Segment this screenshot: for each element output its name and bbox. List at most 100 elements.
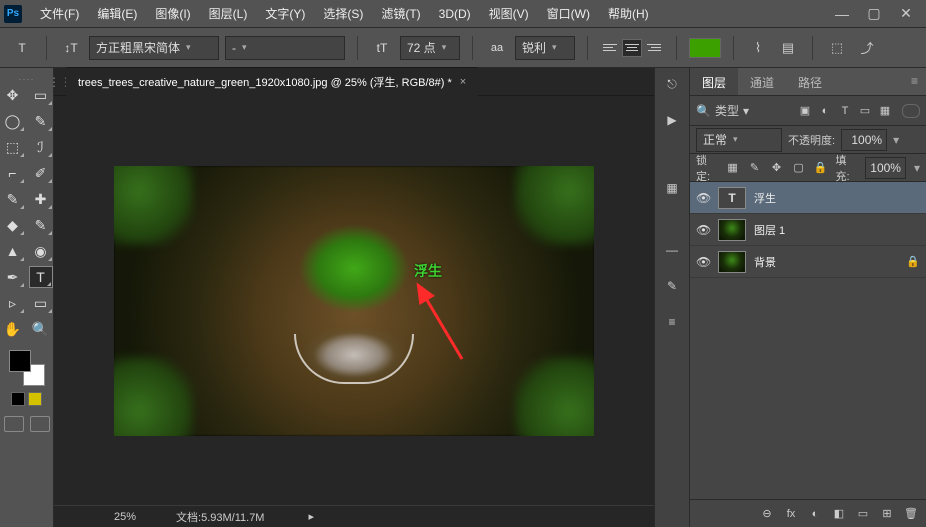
link-layers-icon[interactable]: ⊖ (760, 507, 774, 520)
tool-history[interactable]: ✚ (29, 188, 53, 210)
canvas-text-layer[interactable]: 浮生 (414, 261, 442, 281)
window-close[interactable]: ✕ (890, 3, 922, 25)
strip-icon-1[interactable]: ▶ (660, 110, 684, 130)
tool-type[interactable]: T (29, 266, 53, 288)
tab-handle-icon[interactable]: ⋮⋮ (54, 68, 66, 96)
orientation-icon[interactable]: ↕T (59, 36, 83, 60)
quickmask-toggle[interactable] (4, 416, 50, 432)
strip-icon-2[interactable]: ▦ (660, 178, 684, 198)
document-tab-close[interactable]: × (460, 76, 466, 88)
group-icon[interactable]: ▭ (856, 507, 870, 520)
char-panel-icon[interactable]: ▤ (776, 36, 800, 60)
tool-eyedropper[interactable]: ℐ (29, 136, 53, 158)
filter-toggle[interactable] (902, 104, 920, 118)
menu-view[interactable]: 视图(V) (481, 1, 537, 26)
filter-shape-icon[interactable]: ▭ (858, 104, 872, 118)
tool-quickselect[interactable]: ✎ (29, 110, 53, 132)
menu-file[interactable]: 文件(F) (32, 1, 87, 26)
menu-3d[interactable]: 3D(D) (431, 3, 479, 25)
share-icon[interactable]: ⤴ (855, 36, 879, 60)
tool-healing[interactable]: ⌐ (1, 162, 25, 184)
layer-filter-dropdown[interactable]: 🔍 类型 ▾ (696, 102, 749, 119)
antialias-dropdown[interactable]: 锐利 (515, 36, 575, 60)
lock-position-icon[interactable]: ✥ (770, 161, 784, 175)
new-layer-icon[interactable]: ⊞ (880, 507, 894, 520)
blend-mode-dropdown[interactable]: 正常 (696, 128, 782, 152)
tool-eraser[interactable]: ◆ (1, 214, 25, 236)
adjustment-layer-icon[interactable]: ◧ (832, 507, 846, 520)
align-left[interactable] (600, 39, 620, 57)
tool-zoom[interactable]: 🔍 (29, 318, 53, 340)
tool-pen[interactable]: ✒ (1, 266, 25, 288)
warp-text-icon[interactable]: ⌇ (746, 36, 770, 60)
font-style-dropdown[interactable]: - (225, 36, 345, 60)
strip-icon-0[interactable]: ⎋ (660, 74, 684, 94)
tool-gradient[interactable]: ✎ (29, 214, 53, 236)
font-family-dropdown[interactable]: 方正粗黑宋简体 (89, 36, 219, 60)
layer-row[interactable]: 👁 背景 🔒 (690, 246, 926, 278)
window-minimize[interactable]: — (826, 3, 858, 25)
window-maximize[interactable]: ▢ (858, 3, 890, 25)
tool-clone[interactable]: ✎ (1, 188, 25, 210)
filter-adjust-icon[interactable]: ◐ (818, 104, 832, 118)
lock-pixels-icon[interactable]: ✎ (748, 161, 762, 175)
3d-icon[interactable]: ⬚ (825, 36, 849, 60)
menu-layer[interactable]: 图层(L) (201, 1, 256, 26)
tab-layers[interactable]: 图层 (690, 68, 738, 95)
layer-row[interactable]: 👁 T 浮生 (690, 182, 926, 214)
zoom-level[interactable]: 25% (114, 511, 136, 523)
tool-dodge[interactable]: ◉ (29, 240, 53, 262)
strip-icon-3[interactable]: — (660, 240, 684, 260)
menu-type[interactable]: 文字(Y) (257, 1, 313, 26)
menu-image[interactable]: 图像(I) (147, 1, 198, 26)
layer-name[interactable]: 浮生 (754, 190, 776, 206)
align-right[interactable] (644, 39, 664, 57)
doc-size-info[interactable]: 文档:5.93M/11.7M (176, 509, 264, 525)
menu-window[interactable]: 窗口(W) (539, 1, 598, 26)
tools-handle[interactable] (12, 74, 42, 80)
visibility-toggle[interactable]: 👁 (696, 191, 710, 205)
font-size-dropdown[interactable]: 72 点 (400, 36, 460, 60)
filter-type-icon[interactable]: T (838, 104, 852, 118)
visibility-toggle[interactable]: 👁 (696, 255, 710, 269)
panel-menu-icon[interactable]: ≡ (903, 68, 926, 95)
fill-input[interactable]: 100% (865, 157, 906, 179)
tab-channels[interactable]: 通道 (738, 68, 786, 95)
lock-all-icon[interactable]: 🔒 (814, 161, 828, 175)
tool-preset-icon[interactable]: T (10, 36, 34, 60)
tool-crop[interactable]: ⬚ (1, 136, 25, 158)
layer-row[interactable]: 👁 图层 1 (690, 214, 926, 246)
mini-swatches[interactable] (11, 392, 42, 406)
menu-select[interactable]: 选择(S) (315, 1, 371, 26)
layer-mask-icon[interactable]: ◐ (808, 508, 822, 520)
tool-move[interactable]: ✥ (1, 84, 25, 106)
layer-name[interactable]: 图层 1 (754, 222, 785, 238)
menu-edit[interactable]: 编辑(E) (89, 1, 145, 26)
delete-layer-icon[interactable]: 🗑 (904, 507, 918, 520)
layer-name[interactable]: 背景 (754, 254, 776, 270)
tool-blur[interactable]: ▲ (1, 240, 25, 262)
menu-help[interactable]: 帮助(H) (600, 1, 657, 26)
strip-icon-5[interactable]: ≡ (660, 312, 684, 332)
menu-filter[interactable]: 滤镜(T) (373, 1, 428, 26)
canvas-viewport[interactable]: 浮生 (54, 96, 654, 505)
tool-path[interactable]: ▹ (1, 292, 25, 314)
filter-pixel-icon[interactable]: ▣ (798, 104, 812, 118)
tab-paths[interactable]: 路径 (786, 68, 834, 95)
visibility-toggle[interactable]: 👁 (696, 223, 710, 237)
strip-icon-4[interactable]: ✎ (660, 276, 684, 296)
filter-smart-icon[interactable]: ▦ (878, 104, 892, 118)
align-center[interactable] (622, 39, 642, 57)
document-tab[interactable]: trees_trees_creative_nature_green_1920x1… (66, 67, 478, 96)
color-swatch[interactable] (9, 350, 45, 386)
lock-transparent-icon[interactable]: ▦ (726, 161, 740, 175)
tool-hand[interactable]: ✋ (1, 318, 25, 340)
doc-info-arrow-icon[interactable]: ▸ (308, 510, 314, 523)
opacity-input[interactable]: 100% (841, 129, 887, 151)
tool-brush[interactable]: ✐ (29, 162, 53, 184)
text-color-swatch[interactable] (689, 38, 721, 58)
layer-fx-icon[interactable]: fx (784, 508, 798, 520)
lock-artboard-icon[interactable]: ▢ (792, 161, 806, 175)
tool-lasso[interactable]: ◯ (1, 110, 25, 132)
tool-shape[interactable]: ▭ (29, 292, 53, 314)
